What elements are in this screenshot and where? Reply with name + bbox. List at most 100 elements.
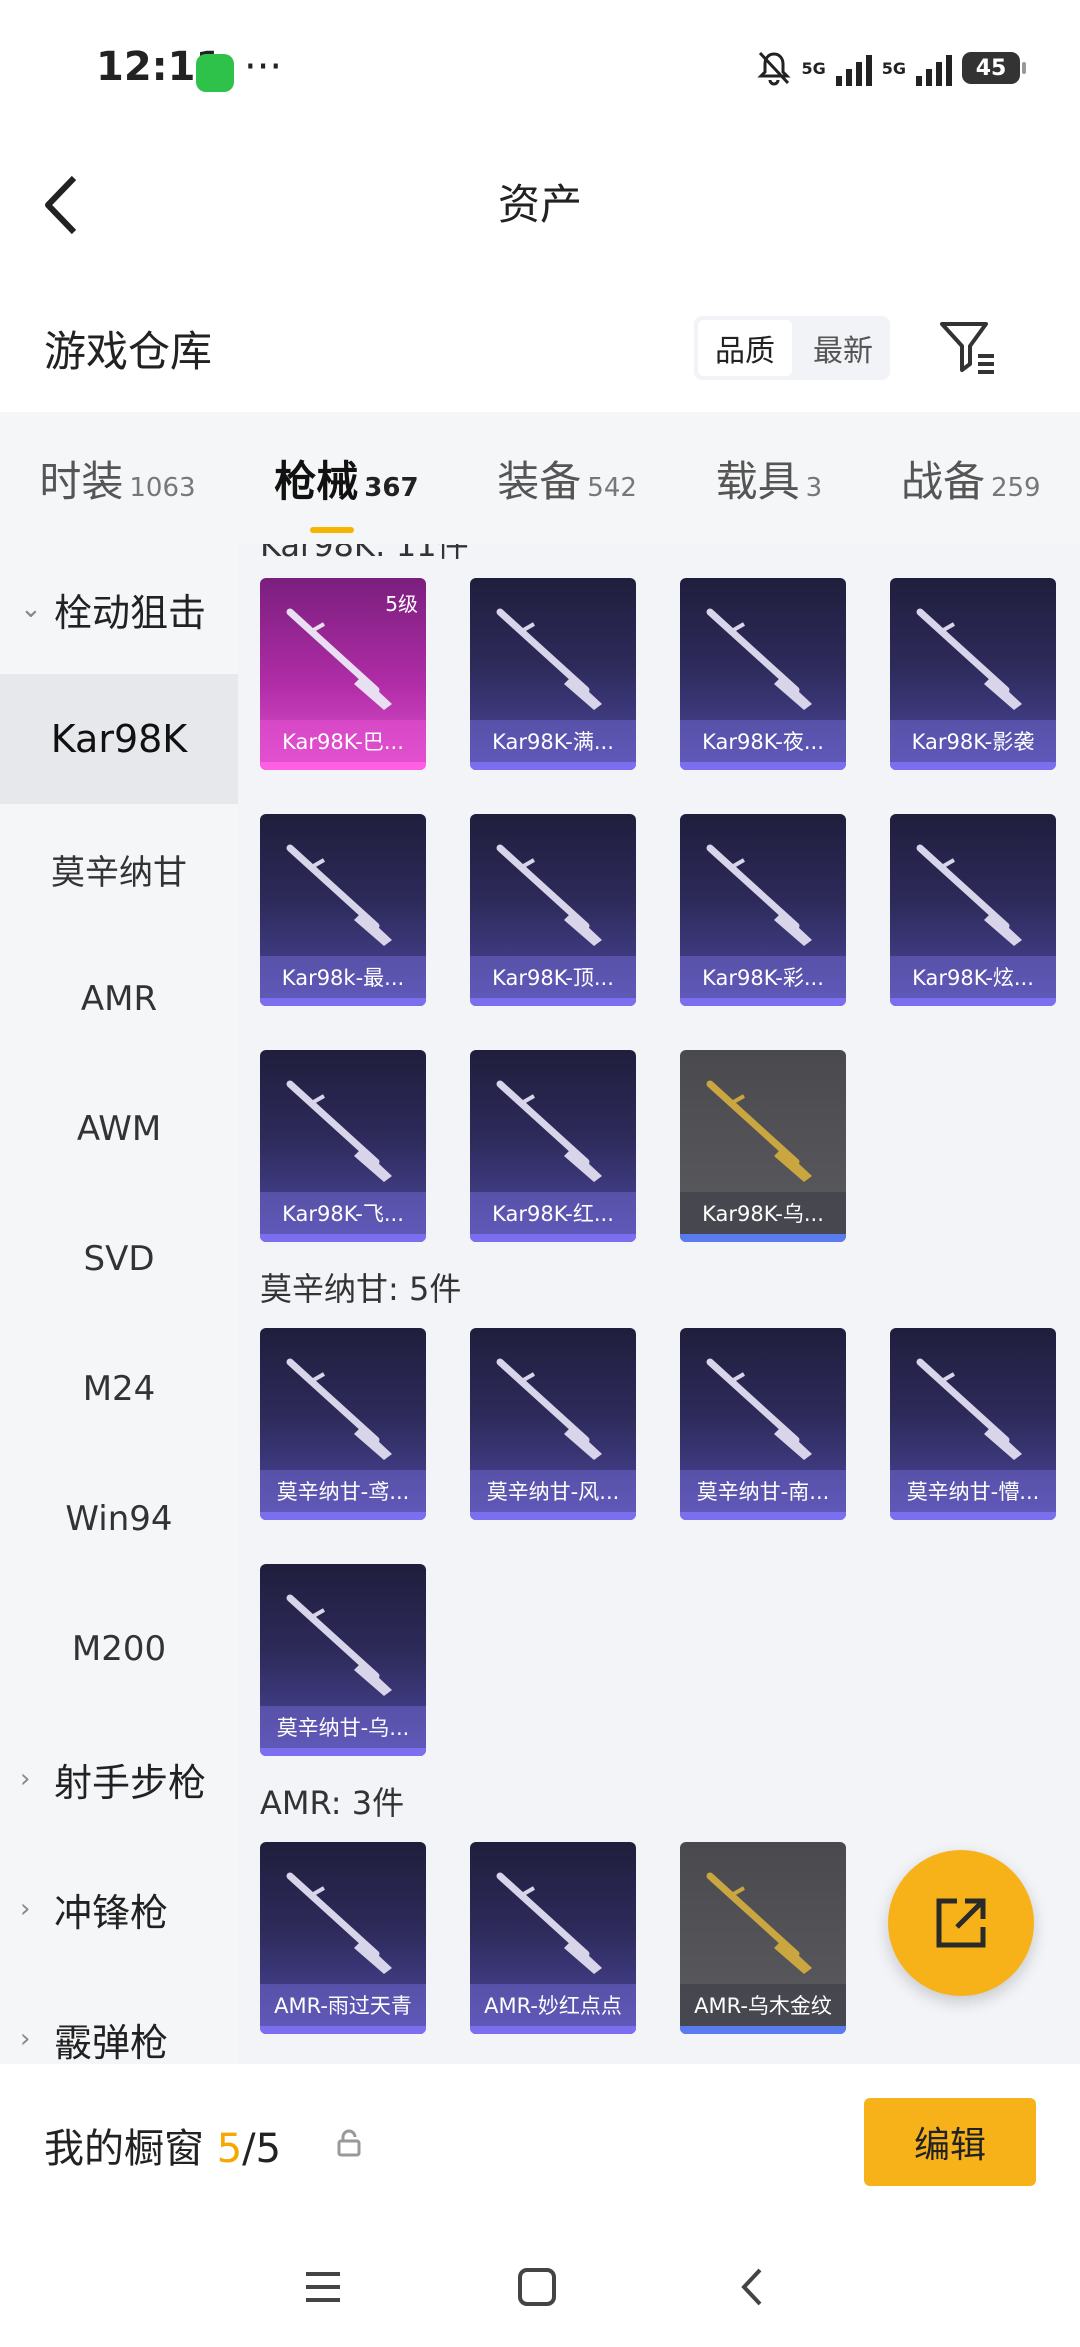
sidebar-group-smg[interactable]: › 冲锋枪	[0, 1844, 238, 1974]
rifle-icon	[706, 1872, 812, 1974]
network-label-1: 5G	[801, 58, 826, 78]
sort-toggle[interactable]: 品质 最新	[694, 316, 890, 380]
rarity-bar	[470, 1512, 636, 1520]
weapon-card[interactable]: Kar98K-满...	[470, 578, 636, 770]
tab-label: 战备	[900, 456, 985, 506]
weapon-card-name: Kar98K-满...	[470, 720, 636, 762]
weapon-card-name: Kar98K-彩...	[680, 956, 846, 998]
sidebar-item-awm[interactable]: AWM	[0, 1064, 238, 1194]
weapon-card[interactable]: Kar98K-炫...	[890, 814, 1056, 1006]
home-icon[interactable]	[512, 2262, 562, 2312]
weapon-card[interactable]: 莫辛纳甘-鸢...	[260, 1328, 426, 1520]
sidebar-item-win94[interactable]: Win94	[0, 1454, 238, 1584]
weapon-card[interactable]: 莫辛纳甘-风...	[470, 1328, 636, 1520]
weapon-card-name: Kar98k-最...	[260, 956, 426, 998]
rifle-icon	[496, 1872, 602, 1974]
tab-count: 1063	[129, 472, 196, 503]
rifle-icon	[286, 1080, 392, 1182]
weapon-grid-area: Kar98K: 11件 5级 Kar98K-巴... Kar98K-满... Kar9…	[238, 544, 1080, 2064]
sort-option-quality[interactable]: 品质	[698, 320, 792, 376]
rifle-icon	[496, 1358, 602, 1460]
weapon-card[interactable]: Kar98K-飞...	[260, 1050, 426, 1242]
rarity-bar	[470, 1234, 636, 1242]
rifle-icon	[706, 608, 812, 710]
weapon-card[interactable]: Kar98K-顶...	[470, 814, 636, 1006]
rarity-bar	[680, 1512, 846, 1520]
more-notifications-icon: ···	[244, 44, 283, 90]
back-nav-icon[interactable]	[728, 2262, 778, 2312]
rifle-icon	[706, 844, 812, 946]
weapon-card[interactable]: 莫辛纳甘-乌...	[260, 1564, 426, 1756]
sidebar-item-mosin[interactable]: 莫辛纳甘	[0, 804, 238, 934]
rifle-icon	[286, 844, 392, 946]
sidebar-group-label: 霰弹枪	[54, 2020, 169, 2065]
weapon-card[interactable]: 莫辛纳甘-南...	[680, 1328, 846, 1520]
weapon-card[interactable]: 莫辛纳甘-懵...	[890, 1328, 1056, 1520]
battery-icon: 45	[962, 52, 1026, 84]
rarity-bar	[890, 998, 1056, 1006]
weapon-card[interactable]: AMR-乌木金纹	[680, 1842, 846, 2034]
weapon-card[interactable]: AMR-雨过天青	[260, 1842, 426, 2034]
sidebar-group-shotgun[interactable]: › 霰弹枪	[0, 1974, 238, 2065]
tab-equipment[interactable]: 装备 542	[497, 448, 637, 509]
chevron-left-icon[interactable]	[40, 170, 100, 240]
sidebar-item-svd[interactable]: SVD	[0, 1194, 238, 1324]
sidebar-item-m24[interactable]: M24	[0, 1324, 238, 1454]
menu-icon[interactable]	[298, 2262, 348, 2312]
weapon-card-name: Kar98K-夜...	[680, 720, 846, 762]
sort-option-newest[interactable]: 最新	[796, 316, 890, 380]
mosin-grid: 莫辛纳甘-鸢... 莫辛纳甘-风... 莫辛纳甘-南... 莫辛纳甘-懵... 莫辛纳甘…	[260, 1328, 1056, 1756]
lock-icon	[337, 2129, 361, 2157]
sidebar-group-label: 栓动狙击	[54, 590, 207, 635]
signal-icon-2	[916, 50, 952, 86]
section-header-mosin: 莫辛纳甘: 5件	[260, 1270, 462, 1308]
tab-label: 枪械	[274, 456, 359, 506]
share-out-icon	[936, 1898, 986, 1948]
rifle-icon	[496, 1080, 602, 1182]
edit-button[interactable]: 编辑	[864, 2098, 1036, 2186]
rifle-icon	[916, 1358, 1022, 1460]
weapon-card[interactable]: Kar98K-红...	[470, 1050, 636, 1242]
rarity-bar	[680, 762, 846, 770]
tab-count: 3	[805, 472, 823, 503]
weapon-card[interactable]: 5级 Kar98K-巴...	[260, 578, 426, 770]
network-label-2: 5G	[881, 58, 906, 78]
rarity-bar	[680, 2026, 846, 2034]
weapon-card[interactable]: Kar98K-影袭	[890, 578, 1056, 770]
weapon-card-name: Kar98K-炫...	[890, 956, 1056, 998]
rifle-icon	[286, 1594, 392, 1696]
rarity-bar	[680, 998, 846, 1006]
tab-weapons[interactable]: 枪械 367	[274, 448, 419, 533]
chevron-right-icon: ›	[20, 1764, 31, 1794]
rarity-bar	[260, 1512, 426, 1520]
sidebar-group-dmr[interactable]: › 射手步枪	[0, 1714, 238, 1844]
tab-fashion[interactable]: 时装 1063	[39, 448, 195, 509]
sidebar-group-label: 冲锋枪	[54, 1890, 169, 1935]
weapon-card-name: Kar98K-顶...	[470, 956, 636, 998]
weapon-card[interactable]: Kar98K-夜...	[680, 578, 846, 770]
rarity-bar	[680, 1234, 846, 1242]
weapon-card[interactable]: AMR-妙红点点	[470, 1842, 636, 2034]
sidebar-item-kar98k[interactable]: Kar98K	[0, 674, 238, 804]
weapon-card[interactable]: Kar98k-最...	[260, 814, 426, 1006]
rarity-bar	[470, 998, 636, 1006]
weapon-type-sidebar: ⌄ 栓动狙击 Kar98K 莫辛纳甘 AMR AWM SVD M24 Win94 …	[0, 544, 238, 2064]
share-button[interactable]	[888, 1850, 1034, 1996]
tab-count: 367	[364, 472, 419, 503]
sidebar-item-m200[interactable]: M200	[0, 1584, 238, 1714]
rifle-icon	[706, 1080, 812, 1182]
weapon-card[interactable]: Kar98K-彩...	[680, 814, 846, 1006]
sidebar-group-bolt-action[interactable]: ⌄ 栓动狙击	[0, 544, 238, 674]
tab-count: 259	[990, 472, 1041, 503]
weapon-card[interactable]: Kar98K-乌...	[680, 1050, 846, 1242]
sidebar-item-amr[interactable]: AMR	[0, 934, 238, 1064]
weapon-card-name: 莫辛纳甘-鸢...	[260, 1470, 426, 1512]
filter-icon[interactable]	[938, 316, 998, 376]
weapon-card-name: AMR-雨过天青	[260, 1984, 426, 2026]
rifle-icon	[286, 608, 392, 710]
chevron-down-icon: ⌄	[20, 594, 42, 624]
weapon-card-name: AMR-乌木金纹	[680, 1984, 846, 2026]
tab-supplies[interactable]: 战备 259	[901, 448, 1041, 509]
rarity-bar	[260, 2026, 426, 2034]
tab-vehicles[interactable]: 载具 3	[716, 448, 823, 509]
